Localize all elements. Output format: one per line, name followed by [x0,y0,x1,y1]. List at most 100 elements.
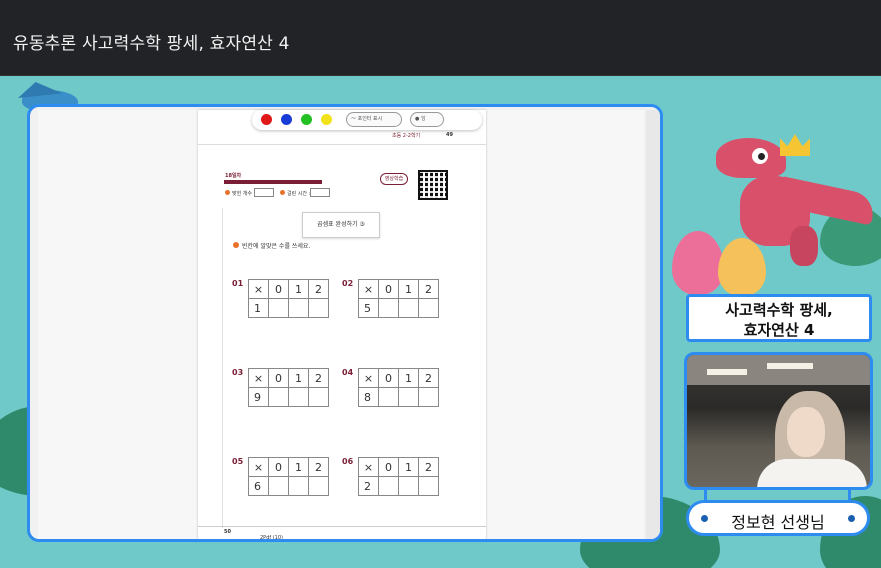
table-cell: 0 [378,457,399,477]
pink-egg-illustration [672,231,724,295]
table-cell: × [248,457,269,477]
table-cell: 5 [358,298,379,318]
document-viewer[interactable]: ⁓ 포인터 표시 ● 잉 초등 2-2학기 49 18일차 맞힌 개수 : 걸린… [27,104,663,542]
table-cell: × [248,279,269,299]
window-title: 유동추론 사고력수학 팡세, 효자연산 4 [13,34,290,54]
teacher-name: 정보현 선생님 [731,513,825,532]
table-cell: 2 [308,279,329,299]
blue-pen-button[interactable] [281,114,292,125]
window-titlebar: 유동추론 사고력수학 팡세, 효자연산 4 [0,0,881,76]
crown-icon [780,134,810,156]
other-tool-button[interactable]: ● 잉 [410,112,444,127]
time-box [310,188,330,197]
pointer-toggle-button[interactable]: ⁓ 포인터 표시 [346,112,402,127]
answer-cell[interactable] [308,298,329,318]
problem-number: 06 [342,457,354,466]
section-title: 곱셈표 완성하기 ③ [302,212,380,238]
book-name: 초등 2-2학기 [392,133,421,139]
bullet-icon [233,242,239,248]
red-pen-button[interactable] [261,114,272,125]
answer-cell[interactable] [268,298,289,318]
problem-number: 02 [342,279,354,288]
answer-cell[interactable] [378,387,399,407]
table-cell: 0 [268,368,289,388]
video-lesson-badge: 영상학습 [380,173,408,185]
answer-cell[interactable] [288,298,309,318]
yellow-pen-button[interactable] [321,114,332,125]
problem-number: 04 [342,368,354,377]
answer-cell[interactable] [398,387,419,407]
answer-cell[interactable] [308,476,329,496]
answer-cell[interactable] [418,476,439,496]
dinosaur-head [716,138,786,178]
answer-cell[interactable] [268,387,289,407]
answer-cell[interactable] [418,298,439,318]
course-title-line2: 효자연산 4 [743,321,815,339]
answer-cell[interactable] [288,476,309,496]
problem-number: 03 [232,368,244,377]
page-margin-line [222,208,223,528]
table-cell: 1 [288,457,309,477]
ceiling-light [707,369,747,375]
table-cell: 2 [418,279,439,299]
table-cell: × [248,368,269,388]
workbook-page: ⁓ 포인터 표시 ● 잉 초등 2-2학기 49 18일차 맞힌 개수 : 걸린… [198,110,486,541]
course-title-line1: 사고력수학 팡세, [725,301,833,319]
table-cell: 1 [248,298,269,318]
multiplication-table: × 0 1 2 1 [248,279,329,318]
yellow-egg-illustration [718,238,766,296]
table-cell: 2 [418,457,439,477]
top-page-number: 49 [446,132,453,138]
answer-cell[interactable] [288,387,309,407]
teacher-name-plate: 정보현 선생님 [686,500,870,536]
pointer-label: 포인터 표시 [357,116,383,122]
table-cell: 1 [398,457,419,477]
answer-cell[interactable] [308,387,329,407]
teacher-webcam [684,352,873,490]
table-cell: 0 [268,279,289,299]
viewer-side-gutter [646,110,660,539]
answer-cell[interactable] [268,476,289,496]
course-title-box: 사고력수학 팡세, 효자연산 4 [686,294,872,342]
answer-cell[interactable] [398,476,419,496]
document-canvas[interactable]: ⁓ 포인터 표시 ● 잉 초등 2-2학기 49 18일차 맞힌 개수 : 걸린… [38,110,644,541]
teacher-face [787,407,825,457]
multiplication-table: × 0 1 2 8 [358,368,439,407]
page-footer-line [198,526,486,527]
multiplication-table: × 0 1 2 2 [358,457,439,496]
answer-cell[interactable] [378,298,399,318]
bullet-icon [225,190,230,195]
problem-number: 01 [232,279,244,288]
other-tool-label: 잉 [420,116,426,122]
table-cell: 2 [308,457,329,477]
green-pen-button[interactable] [301,114,312,125]
dinosaur-leg [790,226,818,266]
page-divider [198,144,486,145]
table-cell: × [358,368,379,388]
annotation-toolbar: ⁓ 포인터 표시 ● 잉 [252,110,482,130]
table-cell: 0 [378,279,399,299]
day-label: 18일차 [225,173,242,179]
table-cell: 2 [358,476,379,496]
table-cell: × [358,457,379,477]
dot-icon [848,515,855,522]
multiplication-table: × 0 1 2 5 [358,279,439,318]
bottom-label: 2Pdf (10) [260,535,283,541]
multiplication-table: × 0 1 2 6 [248,457,329,496]
table-cell: 1 [288,368,309,388]
answer-cell[interactable] [378,476,399,496]
bullet-icon [280,190,285,195]
problem-number: 05 [232,457,244,466]
table-cell: 9 [248,387,269,407]
table-cell: 6 [248,476,269,496]
dinosaur-pupil [758,153,765,160]
table-cell: 8 [358,387,379,407]
time-label: 걸린 시간 : [287,191,311,197]
answer-cell[interactable] [398,298,419,318]
table-cell: 2 [308,368,329,388]
table-cell: 2 [418,368,439,388]
ceiling-light [767,363,813,369]
table-cell: 0 [378,368,399,388]
correct-count-box [254,188,274,197]
answer-cell[interactable] [418,387,439,407]
